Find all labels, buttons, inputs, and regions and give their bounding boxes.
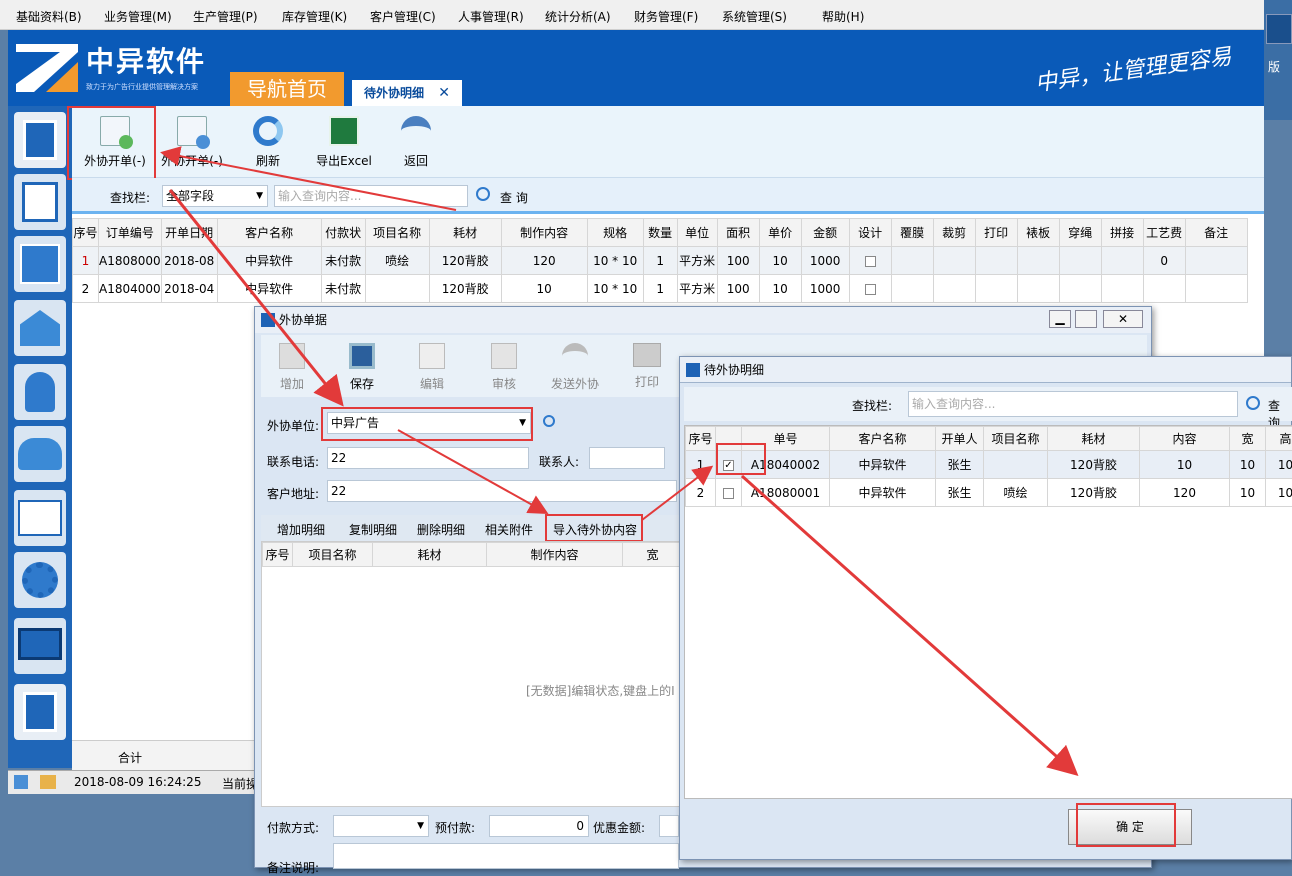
arrow-3: [398, 430, 545, 512]
arrow-2: [170, 190, 340, 402]
arrow-4: [642, 468, 710, 520]
arrow-1: [164, 153, 456, 210]
arrow-5: [742, 476, 1074, 772]
instruction-arrows: [0, 0, 1292, 868]
